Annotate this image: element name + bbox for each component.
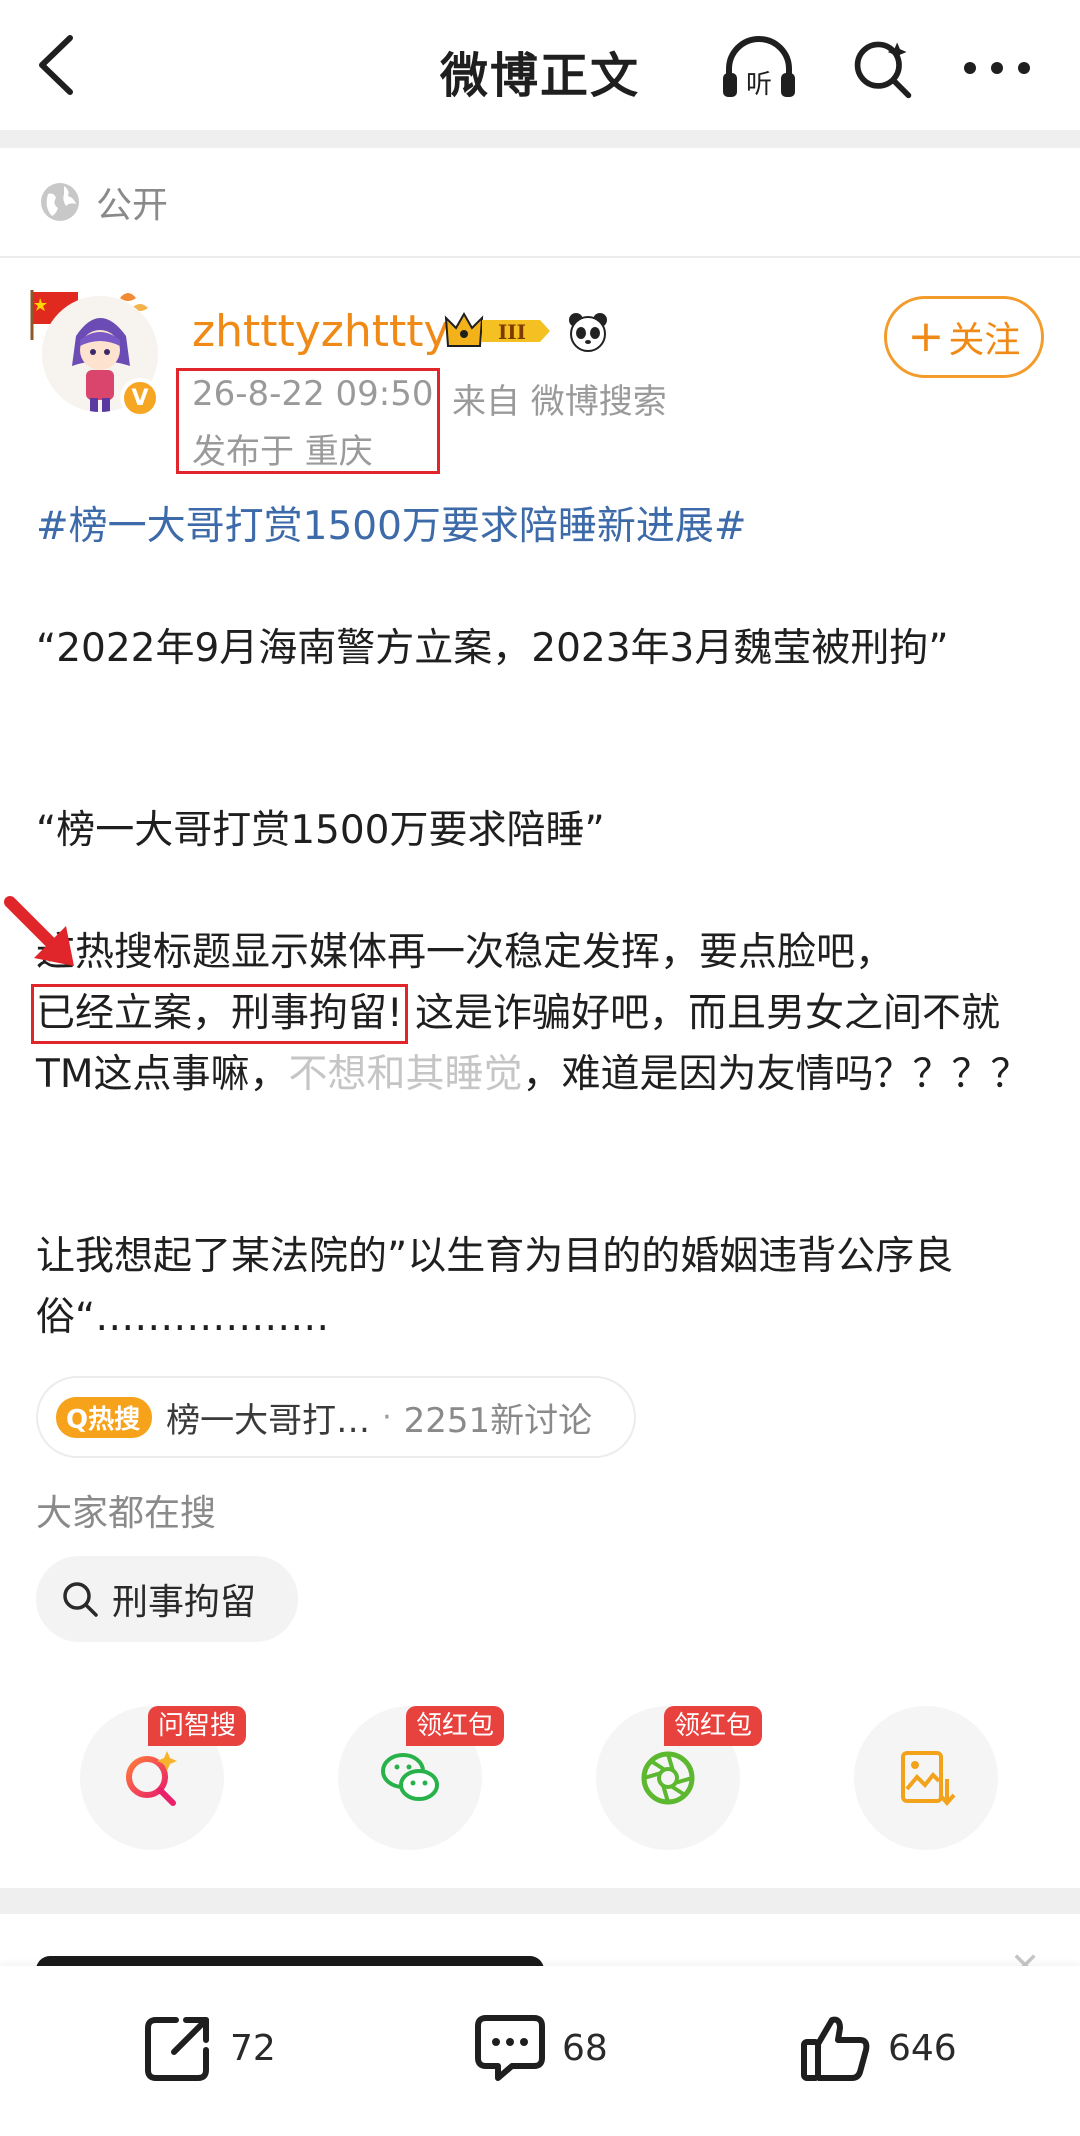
hot-topic-chip[interactable]: Q热搜 榜一大哥打… · 2251新讨论 xyxy=(36,1376,636,1458)
wechat-icon xyxy=(381,1753,439,1801)
top-nav-bar: 微博正文 听 xyxy=(0,0,1080,130)
globe-icon xyxy=(41,183,79,221)
save-image-icon xyxy=(901,1751,956,1807)
post-paragraph: “2022年9月海南警方立案，2023年3月魏莹被刑拘” xyxy=(36,626,949,671)
post-location: 发布于 重庆 xyxy=(192,432,373,472)
bottom-action-bar: 72 68 646 xyxy=(0,1966,1080,2136)
post-text: ，难道是因为友情吗？？？？ xyxy=(522,1052,1030,1097)
verified-badge: V xyxy=(120,378,160,418)
more-button[interactable] xyxy=(952,28,1042,108)
post-text: 这热搜标题显示媒体再一次稳定发挥，要点脸吧， xyxy=(36,930,895,975)
plus-icon: + xyxy=(907,311,945,362)
more-dots-icon xyxy=(964,62,1030,74)
ai-search-icon xyxy=(126,1751,177,1806)
comment-icon xyxy=(475,2015,545,2081)
listen-button[interactable]: 听 xyxy=(714,28,804,108)
search-sparkle-icon xyxy=(854,41,912,99)
search-icon xyxy=(63,1582,98,1617)
post-hashtag[interactable]: #榜一大哥打赏1500万要求陪睡新进展# xyxy=(36,496,1046,557)
topic-discussion-count: 2251新讨论 xyxy=(403,1400,593,1441)
svg-text:听: 听 xyxy=(746,70,772,100)
trending-search-label: 大家都在搜 xyxy=(36,1493,217,1534)
post-paragraph: 这热搜标题显示媒体再一次稳定发挥，要点脸吧，已经立案，刑事拘留! 这是诈骗好吧，… xyxy=(31,922,1046,1105)
ai-search-badge: 问智搜 xyxy=(148,1706,247,1746)
like-count: 646 xyxy=(888,2027,957,2069)
topic-title: 榜一大哥打… xyxy=(166,1400,371,1441)
divider xyxy=(0,130,1080,148)
like-button[interactable]: 646 xyxy=(798,2008,957,2088)
post-source[interactable]: 来自 微博搜索 xyxy=(452,374,667,423)
post-time: 26-8-22 09:50 xyxy=(192,374,434,414)
follow-label: 关注 xyxy=(948,320,1021,361)
divider xyxy=(0,1888,1080,1914)
watermark-text: 不想和其睡觉 xyxy=(288,1052,523,1097)
follow-button[interactable]: + 关注 xyxy=(884,296,1044,378)
hashtag-link[interactable]: #榜一大哥打赏1500万要求陪睡新进展# xyxy=(36,504,747,549)
author-username[interactable]: zhtttyzhttty xyxy=(192,306,450,357)
moments-icon xyxy=(641,1751,695,1805)
search-suggestion-chip[interactable]: 刑事拘留 xyxy=(36,1556,298,1642)
post-paragraph: “榜一大哥打赏1500万要求陪睡” xyxy=(36,808,605,853)
hot-search-tag: Q热搜 xyxy=(56,1396,153,1438)
visibility-label: 公开 xyxy=(96,185,169,226)
red-packet-badge: 领红包 xyxy=(664,1706,763,1746)
search-suggestion-term: 刑事拘留 xyxy=(112,1582,257,1623)
thumbs-up-icon xyxy=(801,2016,870,2081)
highlighted-text: 已经立案，刑事拘留! xyxy=(31,984,408,1044)
author-avatar[interactable]: V xyxy=(30,282,164,422)
svg-text:III: III xyxy=(498,320,526,344)
save-image-button[interactable] xyxy=(854,1706,998,1850)
red-arrow-annotation-icon xyxy=(4,896,74,966)
panda-icon xyxy=(569,313,607,352)
share-icon xyxy=(145,2017,209,2081)
visibility-row: 公开 xyxy=(0,148,1080,258)
repost-button[interactable]: 72 xyxy=(140,2008,276,2088)
topic-separator: · xyxy=(382,1399,392,1435)
search-button[interactable] xyxy=(838,28,928,108)
comment-count: 68 xyxy=(562,2027,608,2069)
listen-headphones-icon: 听 xyxy=(723,36,795,100)
level-crown-badge-icon: III xyxy=(444,311,550,347)
post-paragraph: 让我想起了某法院的”以生育为目的的婚姻违背公序良俗“……………… xyxy=(36,1234,954,1340)
red-packet-badge: 领红包 xyxy=(406,1706,505,1746)
repost-count: 72 xyxy=(230,2027,276,2069)
comment-button[interactable]: 68 xyxy=(472,2008,608,2088)
